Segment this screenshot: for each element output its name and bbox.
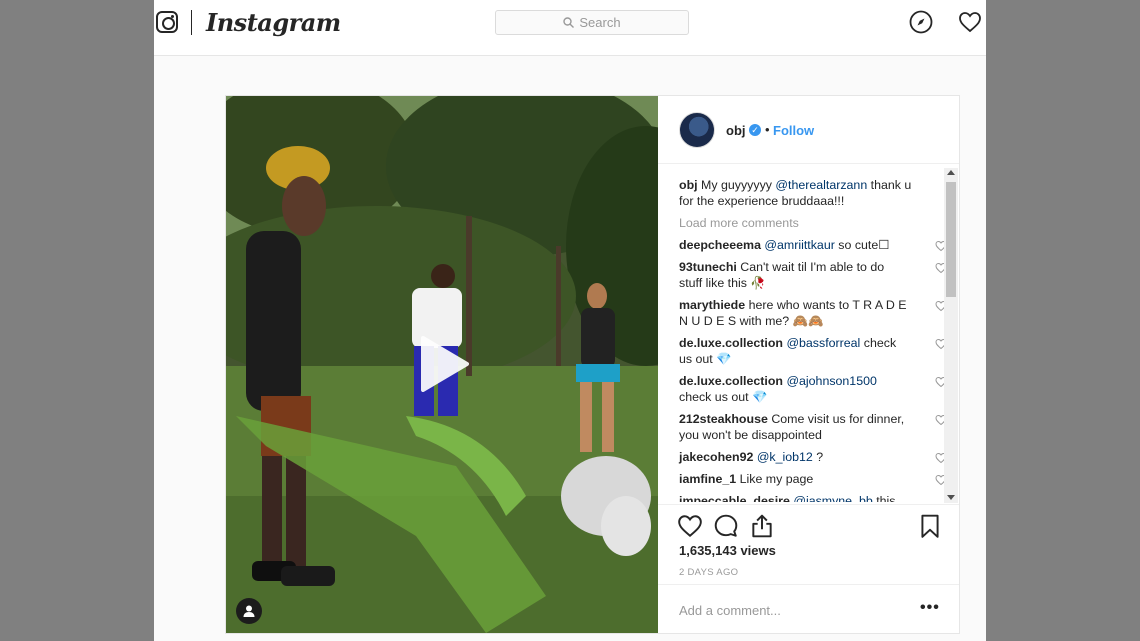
comment-row: deepcheeema @amriittkaur so cute☐ <box>679 237 947 253</box>
comment-icon[interactable] <box>713 513 739 539</box>
compass-icon[interactable] <box>909 10 933 34</box>
add-comment-input[interactable]: Add a comment... <box>679 603 781 618</box>
follow-button[interactable]: Follow <box>773 123 814 138</box>
comment-username[interactable]: 212steakhouse <box>679 412 768 426</box>
comment-text: ? <box>816 450 824 464</box>
comment-username[interactable]: iamfine_1 <box>679 472 736 486</box>
instagram-glyph-icon[interactable] <box>156 11 178 33</box>
comment-mention[interactable]: @jasmyne_bb <box>793 494 872 502</box>
comment-row: 212steakhouse Come visit us for dinner, … <box>679 411 947 443</box>
avatar[interactable] <box>679 112 715 148</box>
heart-icon[interactable] <box>958 10 982 34</box>
comment-text: this <box>876 494 896 502</box>
comments-list[interactable]: obj My guyyyyyy @therealtarzann thank u … <box>658 165 959 502</box>
post-header: obj ✓ • Follow <box>658 96 959 164</box>
caption-username[interactable]: obj <box>679 178 698 192</box>
logo-divider <box>191 10 192 35</box>
comment-username[interactable]: impeccable_desire <box>679 494 790 502</box>
comment-row: de.luxe.collection @ajohnson1500 check u… <box>679 373 947 405</box>
search-icon <box>563 17 575 28</box>
comment-row: marythiede here who wants to T R A D E N… <box>679 297 947 329</box>
caption-mention[interactable]: @therealtarzann <box>775 178 867 192</box>
page: Instagram Search obj ✓ • Follow obj My g… <box>154 0 986 641</box>
load-more-comments-button[interactable]: Load more comments <box>679 215 927 231</box>
more-options-button[interactable]: ••• <box>920 599 940 617</box>
post-timestamp[interactable]: 2 DAYS AGO <box>679 567 738 578</box>
search-input[interactable]: Search <box>495 10 689 35</box>
comment-username[interactable]: jakecohen92 <box>679 450 753 464</box>
comment-mention[interactable]: @bassforreal <box>786 336 860 350</box>
separator-bullet: • <box>765 122 770 137</box>
play-icon[interactable] <box>417 334 473 394</box>
comment-username[interactable]: de.luxe.collection <box>679 374 783 388</box>
verified-badge-icon: ✓ <box>749 124 761 136</box>
post-caption: obj My guyyyyyy @therealtarzann thank u … <box>679 177 927 209</box>
view-count[interactable]: 1,635,143 views <box>679 543 776 558</box>
bookmark-icon[interactable] <box>917 513 943 539</box>
add-comment-section: Add a comment... ••• <box>658 584 959 633</box>
post-action-bar <box>658 504 959 544</box>
top-navigation-bar: Instagram Search <box>154 0 986 56</box>
comment-row: iamfine_1 Like my page <box>679 471 947 487</box>
comment-text: so cute☐ <box>838 238 890 252</box>
search-placeholder: Search <box>579 15 621 30</box>
post-username[interactable]: obj <box>726 123 746 138</box>
post-sidebar: obj ✓ • Follow obj My guyyyyyy @therealt… <box>658 96 959 633</box>
comment-username[interactable]: deepcheeema <box>679 238 761 252</box>
comment-text: Like my page <box>739 472 814 486</box>
comment-row: 93tunechi Can't wait til I'm able to do … <box>679 259 947 291</box>
like-heart-icon[interactable] <box>677 513 703 539</box>
scroll-down-arrow-icon[interactable] <box>947 495 955 500</box>
post-card: obj ✓ • Follow obj My guyyyyyy @therealt… <box>225 95 960 634</box>
comment-text: check us out 💎 <box>679 390 768 404</box>
user-tag-icon[interactable] <box>236 598 262 624</box>
instagram-wordmark[interactable]: Instagram <box>206 8 341 37</box>
comment-row: jakecohen92 @k_iob12 ? <box>679 449 947 465</box>
comments-scrollbar[interactable] <box>944 168 958 503</box>
caption-text: My guyyyyyy <box>701 178 772 192</box>
share-icon[interactable] <box>749 513 775 539</box>
comment-mention[interactable]: @amriittkaur <box>764 238 834 252</box>
comment-username[interactable]: 93tunechi <box>679 260 737 274</box>
post-video[interactable] <box>226 96 658 633</box>
comment-mention[interactable]: @k_iob12 <box>757 450 813 464</box>
comment-username[interactable]: de.luxe.collection <box>679 336 783 350</box>
comment-mention[interactable]: @ajohnson1500 <box>786 374 876 388</box>
scrollbar-thumb[interactable] <box>946 182 956 297</box>
comment-row: de.luxe.collection @bassforreal check us… <box>679 335 947 367</box>
comment-username[interactable]: marythiede <box>679 298 745 312</box>
scroll-up-arrow-icon[interactable] <box>947 170 955 175</box>
comment-row: impeccable_desire @jasmyne_bb this <box>679 493 927 502</box>
